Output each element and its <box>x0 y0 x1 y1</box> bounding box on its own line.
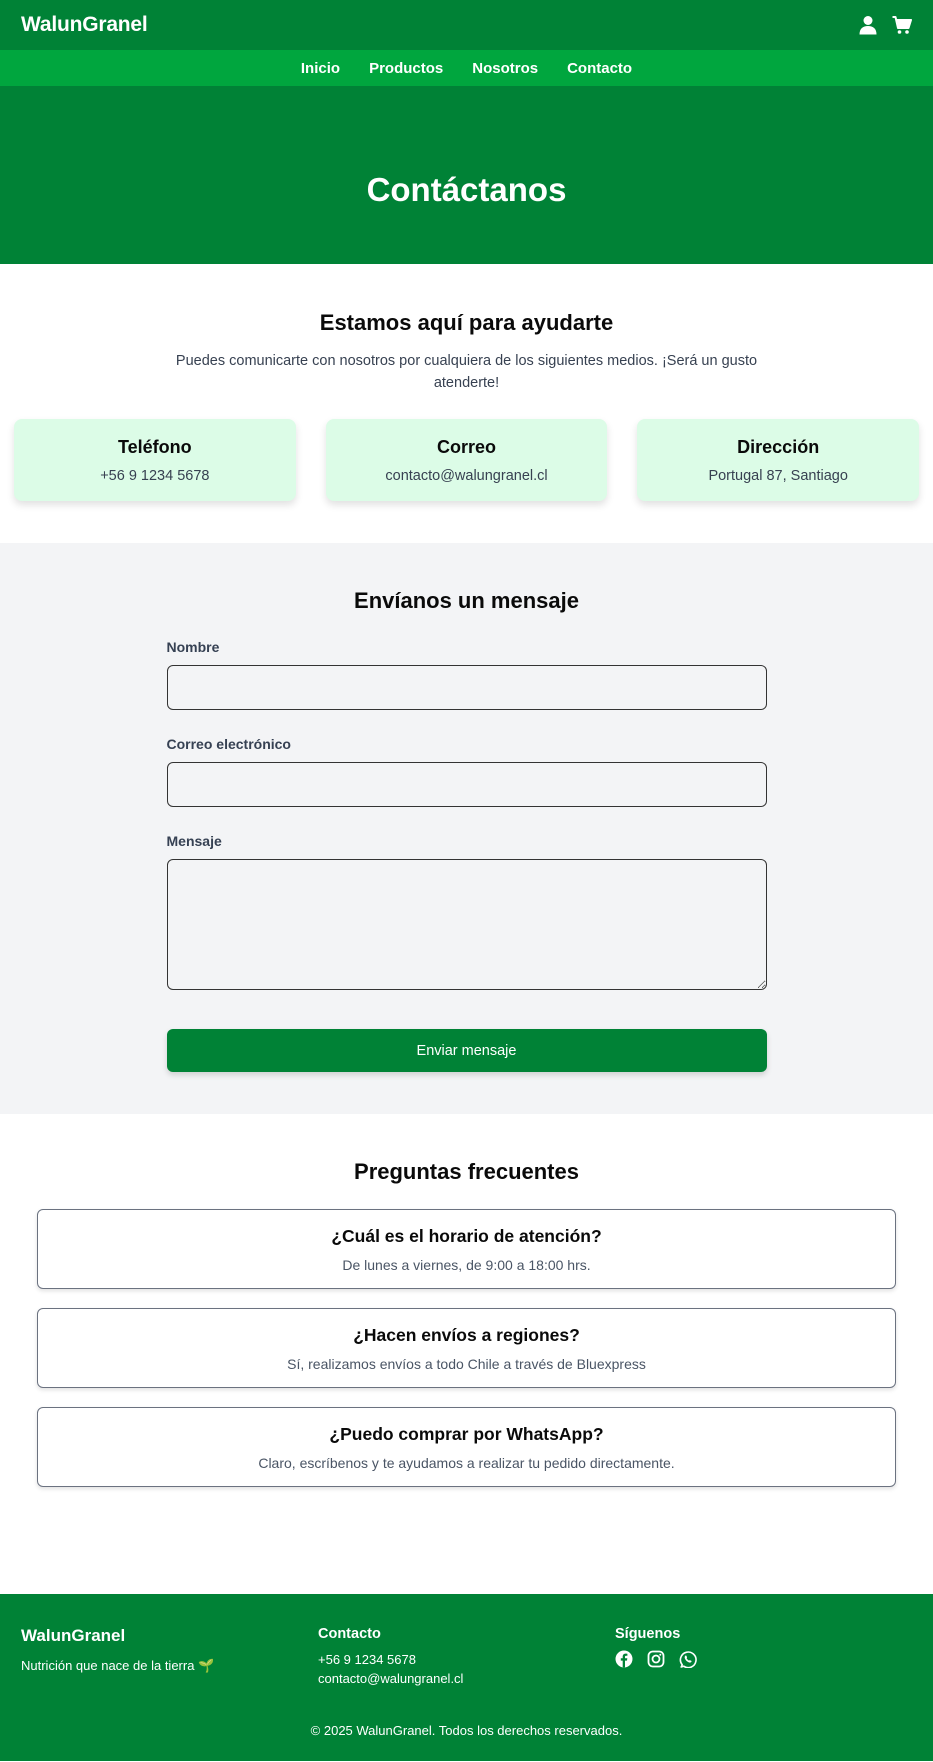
email-label: Correo electrónico <box>166 736 291 752</box>
whatsapp-icon[interactable] <box>679 1650 697 1668</box>
faq-section: Preguntas frecuentes ¿Cuál es el horario… <box>0 1114 933 1594</box>
faq-heading: Preguntas frecuentes <box>354 1159 579 1184</box>
footer-brand-column: WalunGranel Nutrición que nace de la tie… <box>21 1626 318 1686</box>
contact-card-title: Teléfono <box>118 436 192 457</box>
faq-item: ¿Cuál es el horario de atención? De lune… <box>37 1209 896 1289</box>
contact-cards: Teléfono +56 9 1234 5678 Correo contacto… <box>14 419 920 501</box>
footer-tagline: Nutrición que nace de la tierra 🌱 <box>21 1658 215 1673</box>
message-label: Mensaje <box>166 833 222 849</box>
footer-social-title: Síguenos <box>615 1626 681 1642</box>
message-textarea[interactable] <box>166 859 767 990</box>
nav-link-productos[interactable]: Productos <box>369 60 443 77</box>
main-nav: Inicio Productos Nosotros Contacto <box>0 50 933 86</box>
footer-brand: WalunGranel <box>21 1626 126 1645</box>
instagram-icon[interactable] <box>647 1650 665 1668</box>
faq-item: ¿Puedo comprar por WhatsApp? Claro, escr… <box>37 1407 896 1487</box>
name-input[interactable] <box>166 665 767 710</box>
contact-card-title: Correo <box>437 436 497 457</box>
faq-answer: De lunes a viernes, de 9:00 a 18:00 hrs. <box>342 1256 591 1273</box>
contact-card-value: contacto@walungranel.cl <box>385 467 548 484</box>
contact-card-address: Dirección Portugal 87, Santiago <box>637 419 920 501</box>
page-title: Contáctanos <box>366 171 567 208</box>
faq-question: ¿Hacen envíos a regiones? <box>353 1324 580 1345</box>
social-links <box>615 1650 912 1668</box>
message-field-group: Mensaje <box>166 833 767 995</box>
header-actions <box>858 15 912 35</box>
nav-link-inicio[interactable]: Inicio <box>301 60 340 77</box>
intro-text: Puedes comunicarte con nosotros por cual… <box>175 353 758 391</box>
copyright-text: © 2025 WalunGranel. Todos los derechos r… <box>310 1723 623 1738</box>
email-field-group: Correo electrónico <box>166 736 767 807</box>
faq-answer: Sí, realizamos envíos a todo Chile a tra… <box>287 1355 646 1372</box>
contact-card-title: Dirección <box>737 436 820 457</box>
top-bar: WalunGranel <box>0 0 933 50</box>
contact-card-value: Portugal 87, Santiago <box>708 467 848 484</box>
facebook-icon[interactable] <box>615 1650 633 1668</box>
contact-form: Nombre Correo electrónico Mensaje Enviar… <box>166 639 767 1072</box>
email-input[interactable] <box>166 762 767 807</box>
hero-banner: Contáctanos <box>0 86 933 264</box>
footer-email[interactable]: contacto@walungranel.cl <box>318 1671 615 1686</box>
brand-logo[interactable]: WalunGranel <box>21 13 148 37</box>
footer-phone: +56 9 1234 5678 <box>318 1652 416 1667</box>
contact-form-section: Envíanos un mensaje Nombre Correo electr… <box>0 543 933 1114</box>
send-message-button[interactable]: Enviar mensaje <box>166 1029 767 1072</box>
nav-link-nosotros[interactable]: Nosotros <box>472 60 538 77</box>
user-icon[interactable] <box>858 15 878 35</box>
intro-heading: Estamos aquí para ayudarte <box>319 310 614 335</box>
contact-card-value: +56 9 1234 5678 <box>100 467 210 484</box>
contact-card-email: Correo contacto@walungranel.cl <box>325 419 608 501</box>
shopping-cart-icon[interactable] <box>892 15 912 35</box>
contact-intro: Estamos aquí para ayudarte Puedes comuni… <box>0 264 933 543</box>
footer-social-column: Síguenos <box>615 1626 912 1686</box>
name-field-group: Nombre <box>166 639 767 710</box>
faq-item: ¿Hacen envíos a regiones? Sí, realizamos… <box>37 1308 896 1388</box>
faq-question: ¿Cuál es el horario de atención? <box>331 1225 602 1246</box>
nav-link-contacto[interactable]: Contacto <box>567 60 632 77</box>
contact-card-phone: Teléfono +56 9 1234 5678 <box>14 419 296 501</box>
faq-question: ¿Puedo comprar por WhatsApp? <box>329 1423 604 1444</box>
form-heading: Envíanos un mensaje <box>354 588 579 613</box>
faq-answer: Claro, escríbenos y te ayudamos a realiz… <box>258 1454 675 1471</box>
footer-contact-column: Contacto +56 9 1234 5678 contacto@walung… <box>318 1626 615 1686</box>
footer-contact-title: Contacto <box>318 1626 381 1642</box>
site-footer: WalunGranel Nutrición que nace de la tie… <box>0 1594 933 1761</box>
name-label: Nombre <box>166 639 220 655</box>
